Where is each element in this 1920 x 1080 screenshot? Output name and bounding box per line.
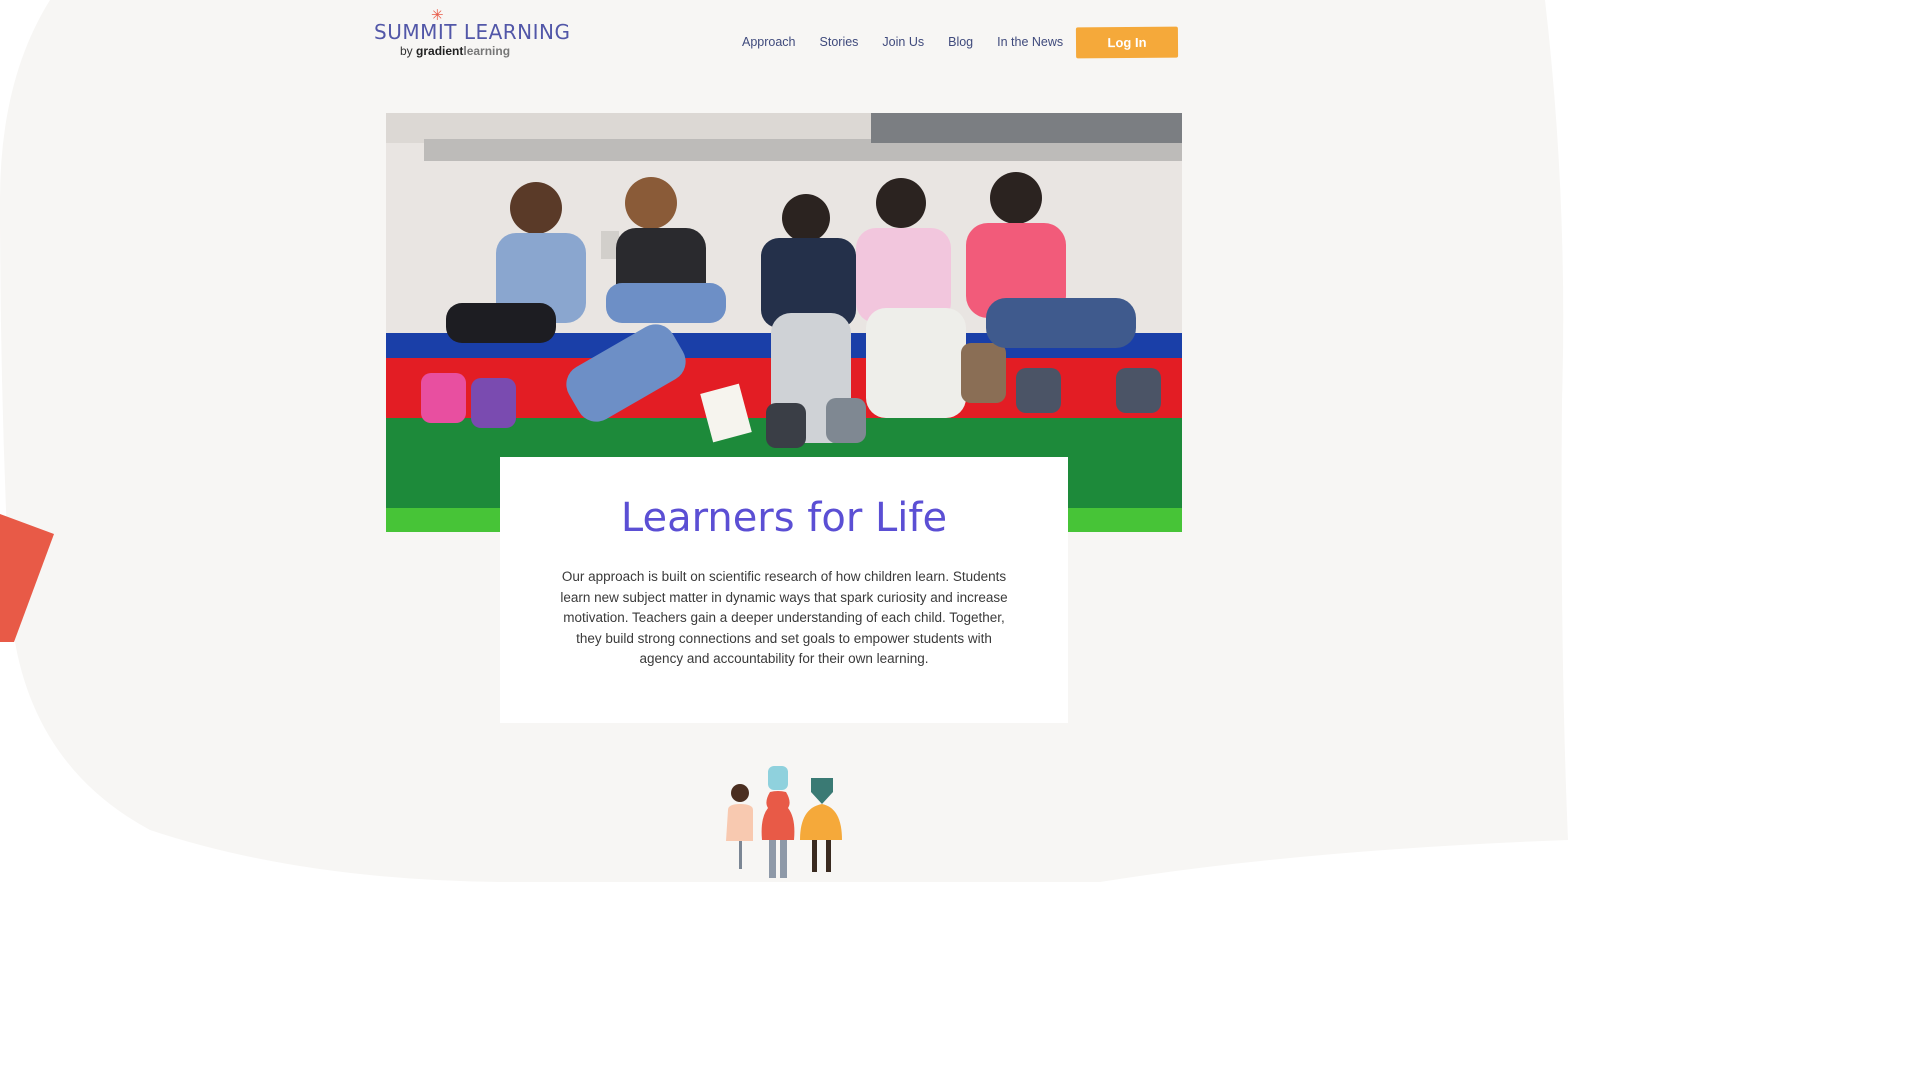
page-title: Learners for Life <box>620 495 948 541</box>
nav-approach[interactable]: Approach <box>742 35 796 49</box>
nav-blog[interactable]: Blog <box>948 35 973 49</box>
logo-byline: by gradientlearning <box>400 44 510 58</box>
nav-join-us[interactable]: Join Us <box>882 35 924 49</box>
site-header: ✳ SUMMIT LEARNING by gradientlearning Ap… <box>0 0 1568 90</box>
intro-paragraph: Our approach is built on scientific rese… <box>560 569 1008 666</box>
nav-in-the-news[interactable]: In the News <box>997 35 1063 49</box>
decorative-red-shape <box>0 514 54 642</box>
logo-brand-bold: gradient <box>416 44 464 58</box>
nav-stories[interactable]: Stories <box>820 35 859 49</box>
logo[interactable]: ✳ SUMMIT LEARNING by gradientlearning <box>374 8 570 60</box>
login-button[interactable]: Log In <box>1075 26 1179 59</box>
logo-by-text: by <box>400 44 413 58</box>
logo-brand-light: learning <box>463 44 511 58</box>
people-figures-icon <box>726 766 842 878</box>
logo-wordmark: SUMMIT LEARNING <box>374 20 571 44</box>
main-nav: Approach Stories Join Us Blog In the New… <box>742 35 1087 49</box>
